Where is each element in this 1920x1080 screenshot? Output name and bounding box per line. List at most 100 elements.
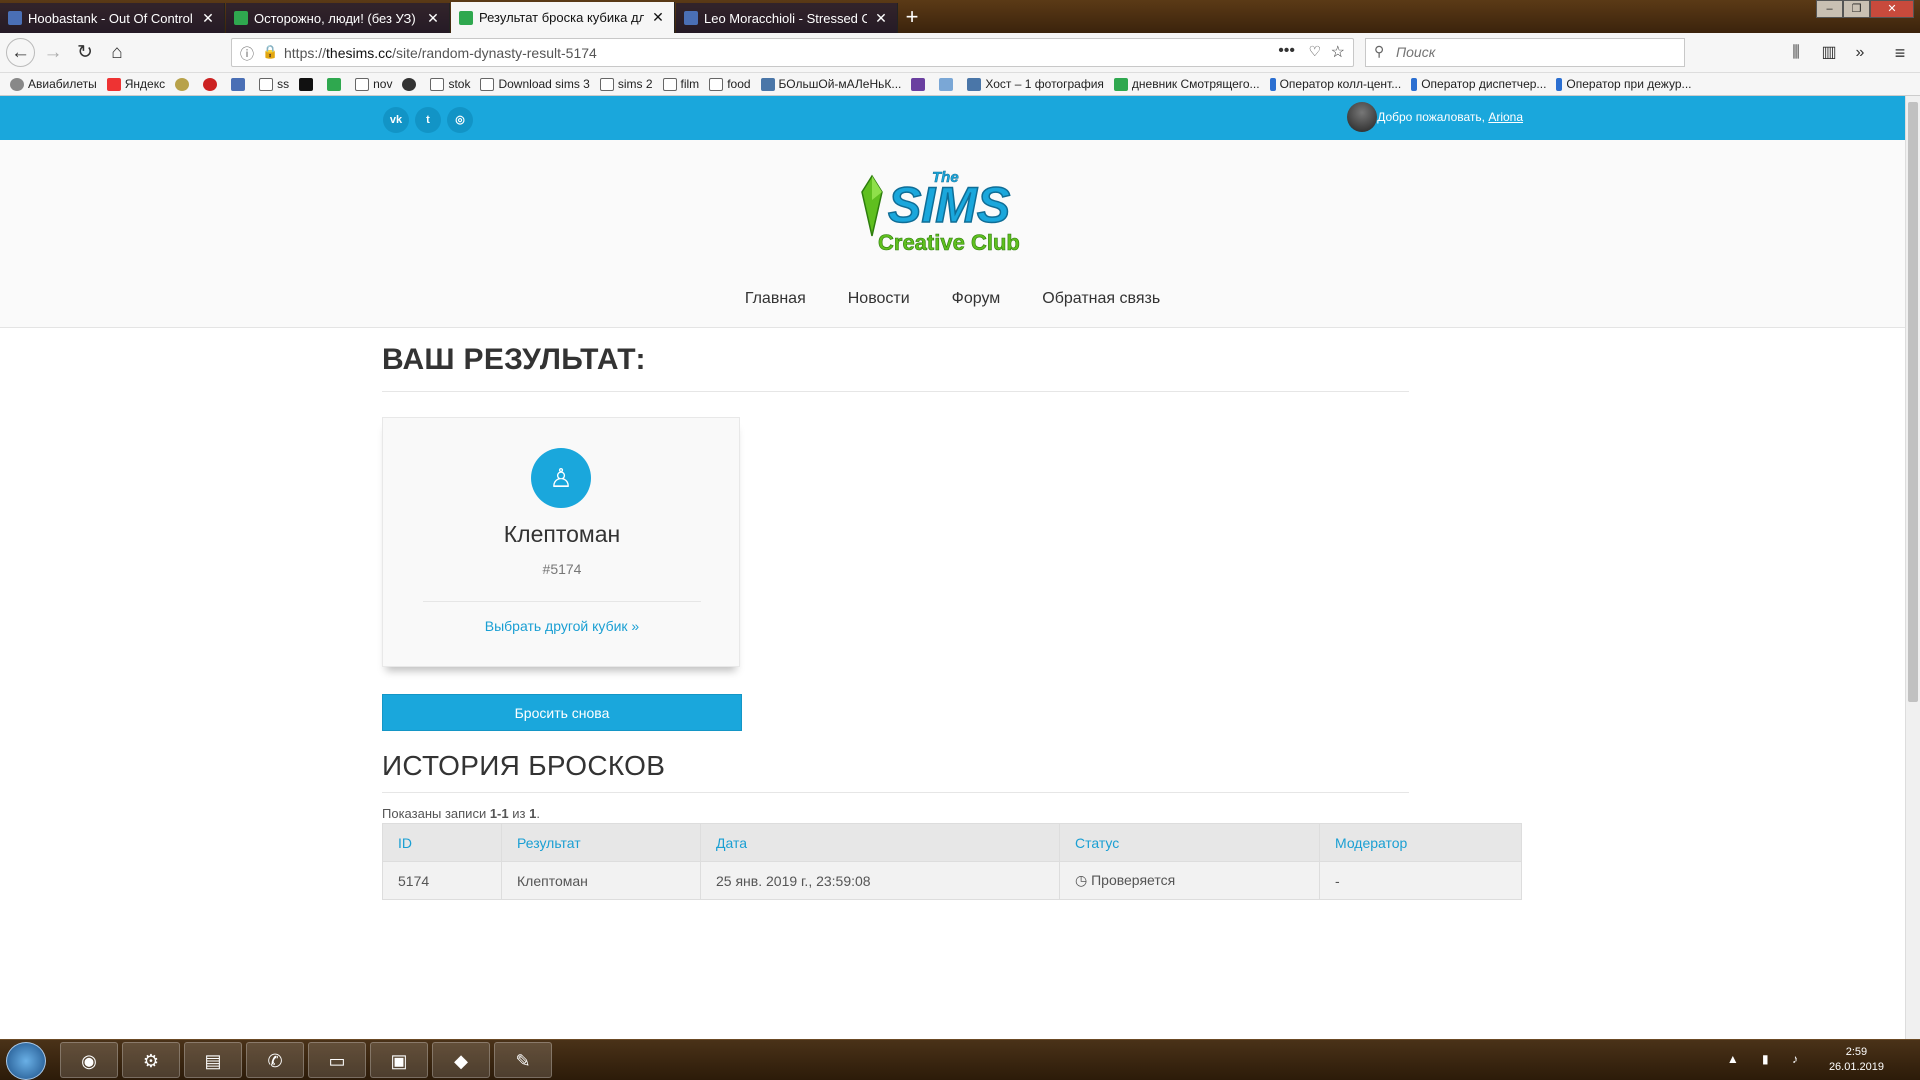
bookmark-star-icon[interactable]: ☆ <box>1331 42 1345 62</box>
close-tab-icon[interactable]: ✕ <box>425 10 441 27</box>
url-text: https://thesims.cc/site/random-dynasty-r… <box>284 45 597 61</box>
overflow-chevron-icon[interactable]: » <box>1846 39 1874 67</box>
tab-title: Hoobastank - Out Of Control <box>28 10 193 26</box>
window-taskbar-icon[interactable]: ▣ <box>370 1042 428 1078</box>
bookmark-icon <box>1411 77 1418 91</box>
paint-taskbar-icon[interactable]: ✎ <box>494 1042 552 1078</box>
sidebar-icon[interactable]: ▥ <box>1815 39 1843 67</box>
choose-other-dice-link[interactable]: Выбрать другой кубик » <box>383 618 741 634</box>
records-summary: Показаны записи 1-1 из 1. <box>382 806 540 821</box>
column-header-moderator[interactable]: Модератор <box>1319 823 1522 862</box>
site-header: The SIMS Creative Club Главная Новости Ф… <box>0 140 1905 328</box>
library-icon[interactable]: ⫼ <box>1782 39 1810 67</box>
bookmark-item[interactable] <box>231 77 249 91</box>
tab-title: Осторожно, люди! (без УЗ) | С <box>254 10 419 26</box>
bookmark-item[interactable]: Оператор колл-цент... <box>1269 77 1401 91</box>
browser-tab[interactable]: Осторожно, люди! (без УЗ) | С ✕ <box>226 3 450 33</box>
bookmark-item[interactable]: Оператор при дежур... <box>1556 77 1692 91</box>
nav-feedback[interactable]: Обратная связь <box>1042 290 1160 308</box>
bookmark-item[interactable] <box>939 77 957 91</box>
bookmark-item[interactable]: Яндекс <box>106 77 165 91</box>
bookmark-folder[interactable]: nov <box>355 77 392 91</box>
menu-icon[interactable]: ≡ <box>1886 39 1914 67</box>
bookmark-item[interactable] <box>175 77 193 91</box>
bookmark-folder[interactable]: sims 2 <box>599 77 653 91</box>
nav-home[interactable]: Главная <box>745 290 806 308</box>
bookmark-icon <box>327 77 342 91</box>
bookmark-icon <box>231 77 246 91</box>
roll-again-button[interactable]: Бросить снова <box>382 694 742 731</box>
bookmark-folder[interactable]: ss <box>259 77 289 91</box>
vk-icon[interactable]: vk <box>383 107 409 133</box>
bookmark-item[interactable] <box>402 77 420 91</box>
instagram-icon[interactable]: ◎ <box>447 107 473 133</box>
browser-tab[interactable]: Leo Moracchioli - Stressed Out ✕ <box>676 3 898 33</box>
steam-taskbar-icon[interactable]: ⚙ <box>122 1042 180 1078</box>
column-header-date[interactable]: Дата <box>700 823 1060 862</box>
viber-taskbar-icon[interactable]: ✆ <box>246 1042 304 1078</box>
back-arrow-icon[interactable]: ← <box>6 38 35 67</box>
bookmark-folder[interactable]: stok <box>430 77 470 91</box>
home-icon[interactable]: ⌂ <box>103 39 131 67</box>
maximize-button[interactable]: ❐ <box>1843 0 1870 18</box>
close-tab-icon[interactable]: ✕ <box>200 10 216 27</box>
bookmark-item[interactable] <box>299 77 317 91</box>
forward-arrow-icon[interactable]: → <box>39 39 67 67</box>
bookmark-folder[interactable]: film <box>662 77 699 91</box>
search-box[interactable]: ⚲ <box>1365 38 1685 67</box>
close-window-button[interactable]: ✕ <box>1870 0 1914 18</box>
bookmark-item[interactable]: БОльшОй-мАЛеНьК... <box>760 77 901 91</box>
bookmark-folder[interactable]: food <box>709 77 751 91</box>
column-header-status[interactable]: Статус <box>1059 823 1320 862</box>
browser-tab[interactable]: Hoobastank - Out Of Control ✕ <box>0 3 225 33</box>
bookmark-folder[interactable]: Download sims 3 <box>480 77 590 91</box>
bookmark-item[interactable] <box>911 77 929 91</box>
bookmark-item[interactable] <box>327 77 345 91</box>
pocket-icon[interactable]: ♡ <box>1308 43 1321 60</box>
bookmark-item[interactable]: Хост – 1 фотография <box>967 77 1104 91</box>
column-header-result[interactable]: Результат <box>501 823 701 862</box>
search-input[interactable] <box>1396 44 1666 60</box>
username-link[interactable]: Ariona <box>1488 110 1523 124</box>
browser-tab-active[interactable]: Результат броска кубика для , ✕ <box>451 2 675 33</box>
new-tab-button[interactable]: + <box>898 4 926 30</box>
sims-taskbar-icon[interactable]: ◆ <box>432 1042 490 1078</box>
nav-forum[interactable]: Форум <box>952 290 1001 308</box>
history-heading: ИСТОРИЯ БРОСКОВ <box>382 750 666 781</box>
folder-icon <box>430 77 445 91</box>
folder-icon <box>259 77 274 91</box>
explorer-taskbar-icon[interactable]: ▤ <box>184 1042 242 1078</box>
info-icon[interactable]: ⓘ <box>240 44 254 64</box>
more-actions-icon[interactable]: ••• <box>1278 42 1295 60</box>
scrollbar-thumb[interactable] <box>1908 102 1918 702</box>
bookmark-icon <box>1113 77 1128 91</box>
close-tab-icon[interactable]: ✕ <box>650 9 666 26</box>
main-content: ВАШ РЕЗУЛЬТАТ: ♙ Клептоман #5174 Выбрать… <box>382 343 1522 900</box>
minimize-button[interactable]: – <box>1816 0 1843 18</box>
page-scrollbar[interactable] <box>1905 96 1920 1039</box>
sims-logo[interactable]: The SIMS Creative Club <box>858 158 1048 258</box>
bookmarks-bar: Авиабилеты Яндекс ss nov stok Download s… <box>0 73 1920 96</box>
clock[interactable]: 2:59 26.01.2019 <box>1829 1045 1884 1075</box>
system-tray[interactable]: ▲ ▮ ♪ <box>1727 1052 1808 1066</box>
computer-taskbar-icon[interactable]: ▭ <box>308 1042 366 1078</box>
start-button[interactable] <box>6 1042 46 1080</box>
bookmark-icon <box>911 77 926 91</box>
bookmark-item[interactable]: Оператор диспетчер... <box>1411 77 1546 91</box>
firefox-taskbar-icon[interactable]: ◉ <box>60 1042 118 1078</box>
nav-news[interactable]: Новости <box>848 290 910 308</box>
address-bar[interactable]: ⓘ 🔒 https://thesims.cc/site/random-dynas… <box>231 38 1354 67</box>
bookmark-item[interactable]: дневник Смотрящего... <box>1113 77 1260 91</box>
cell-result: Клептоман <box>501 861 701 900</box>
bookmark-item[interactable] <box>203 77 221 91</box>
bookmark-icon <box>1269 77 1276 91</box>
yandex-icon <box>106 77 121 91</box>
twitter-icon[interactable]: t <box>415 107 441 133</box>
column-header-id[interactable]: ID <box>382 823 502 862</box>
bookmark-item[interactable]: Авиабилеты <box>10 77 97 91</box>
reload-icon[interactable]: ↻ <box>71 39 99 67</box>
folder-icon <box>355 77 370 91</box>
history-table: ID Результат Дата Статус Модератор 5174 … <box>382 823 1522 900</box>
avatar[interactable] <box>1347 102 1377 132</box>
close-tab-icon[interactable]: ✕ <box>873 10 889 27</box>
